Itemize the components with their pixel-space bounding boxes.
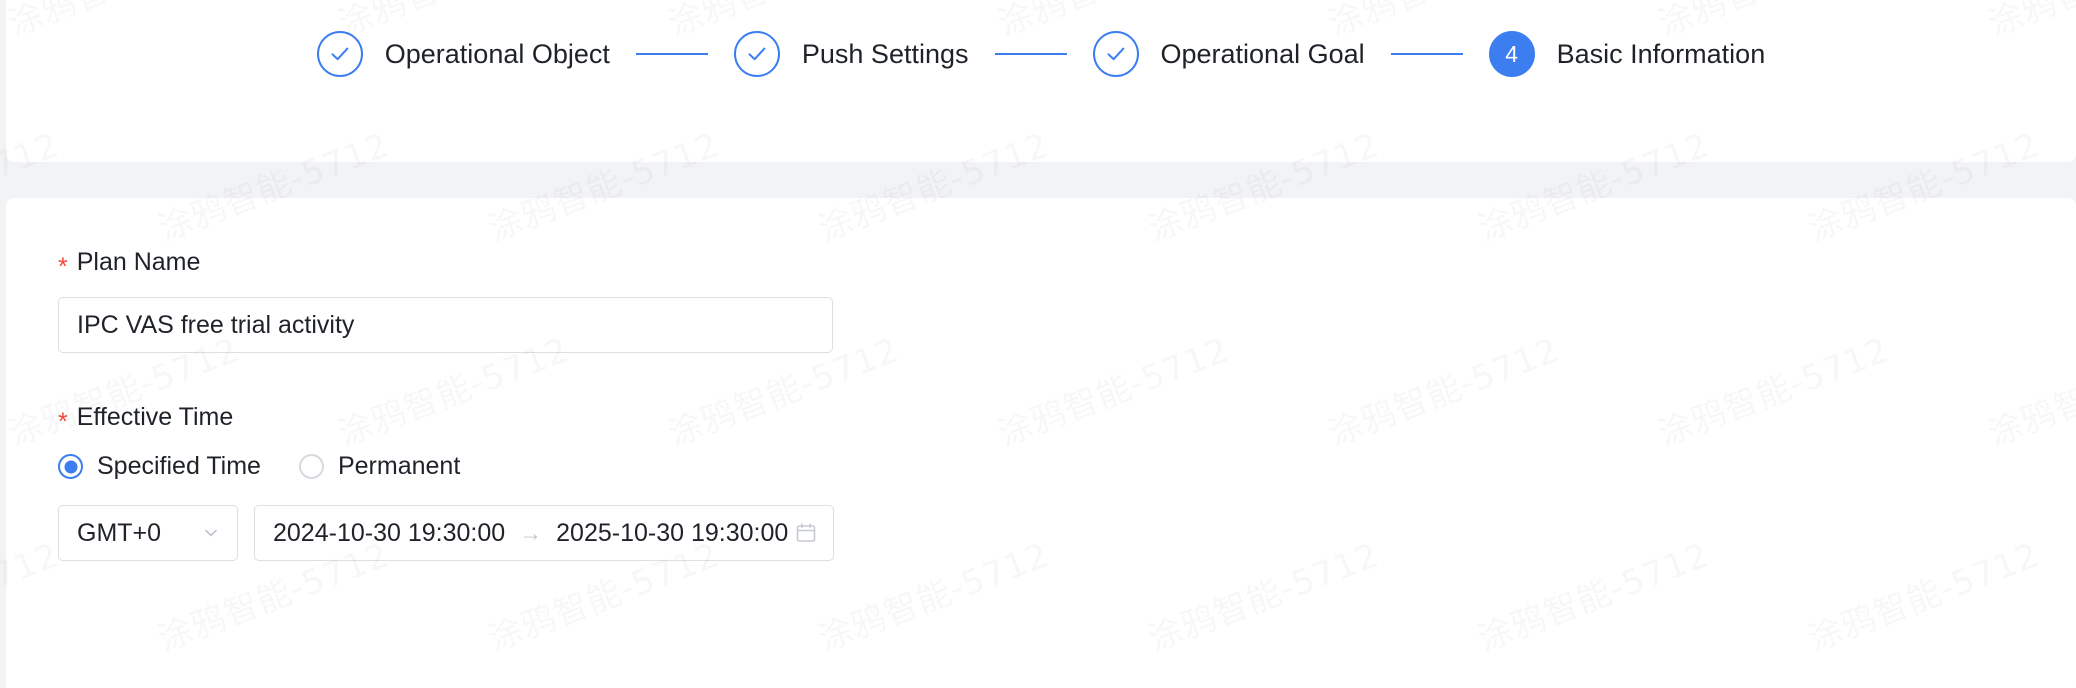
range-start-input[interactable]: 2024-10-30 19:30:00 <box>273 519 505 548</box>
plan-name-label-text: Plan Name <box>76 248 201 276</box>
plan-name-value: IPC VAS free trial activity <box>77 310 355 339</box>
step-2-label: Push Settings <box>801 38 969 69</box>
page-root: Operational Object Push Settings Operati… <box>0 0 2076 688</box>
step-operational-object[interactable]: Operational Object <box>316 31 610 77</box>
radio-specified-time-label: Specified Time <box>97 452 261 480</box>
form-body: * Plan Name IPC VAS free trial activity … <box>6 198 2076 561</box>
check-icon <box>1107 47 1124 61</box>
range-separator-icon: → <box>519 519 543 546</box>
timezone-select[interactable]: GMT+0 <box>58 505 238 561</box>
radio-specified-time-dot[interactable] <box>58 454 83 479</box>
step-1-circle <box>316 31 363 77</box>
plan-name-input[interactable]: IPC VAS free trial activity <box>58 297 833 353</box>
step-basic-information[interactable]: 4 Basic Information <box>1488 31 1766 77</box>
step-connector-2 <box>994 53 1067 55</box>
step-push-settings[interactable]: Push Settings <box>733 31 969 77</box>
stepper: Operational Object Push Settings Operati… <box>6 14 2076 94</box>
required-asterisk: * <box>58 408 68 436</box>
timezone-value: GMT+0 <box>77 518 162 547</box>
effective-time-label-text: Effective Time <box>76 403 234 431</box>
check-icon <box>331 47 349 61</box>
radio-specified-time[interactable]: Specified Time <box>58 452 261 481</box>
step-operational-goal[interactable]: Operational Goal <box>1092 31 1365 77</box>
calendar-icon[interactable] <box>794 521 818 545</box>
form-card: * Plan Name IPC VAS free trial activity … <box>6 198 2076 688</box>
field-spacer <box>58 353 2076 405</box>
step-4-number: 4 <box>1505 40 1519 67</box>
step-4-label: Basic Information <box>1556 38 1766 69</box>
check-icon <box>748 47 766 61</box>
step-4-circle: 4 <box>1488 31 1535 77</box>
effective-time-label: * Effective Time <box>58 403 2076 435</box>
radio-permanent[interactable]: Permanent <box>298 452 461 481</box>
step-3-circle <box>1092 31 1139 77</box>
effective-time-radio-group: Specified Time Permanent <box>58 452 2076 481</box>
radio-permanent-label: Permanent <box>337 452 461 480</box>
chevron-down-icon <box>201 523 221 543</box>
radio-permanent-dot[interactable] <box>298 454 324 479</box>
step-connector-3 <box>1390 53 1463 55</box>
step-connector-1 <box>635 53 708 55</box>
step-1-label: Operational Object <box>384 38 610 69</box>
step-2-circle <box>733 31 780 77</box>
plan-name-label: * Plan Name <box>58 248 2076 280</box>
required-asterisk: * <box>58 253 68 281</box>
effective-time-controls: GMT+0 2024-10-30 19:30:00 → 2025-10-30 1… <box>58 505 2076 561</box>
step-3-label: Operational Goal <box>1160 38 1365 69</box>
range-end-input[interactable]: 2025-10-30 19:30:00 <box>556 519 788 548</box>
stepper-card: Operational Object Push Settings Operati… <box>6 0 2076 162</box>
effective-time-range-picker[interactable]: 2024-10-30 19:30:00 → 2025-10-30 19:30:0… <box>254 505 834 561</box>
